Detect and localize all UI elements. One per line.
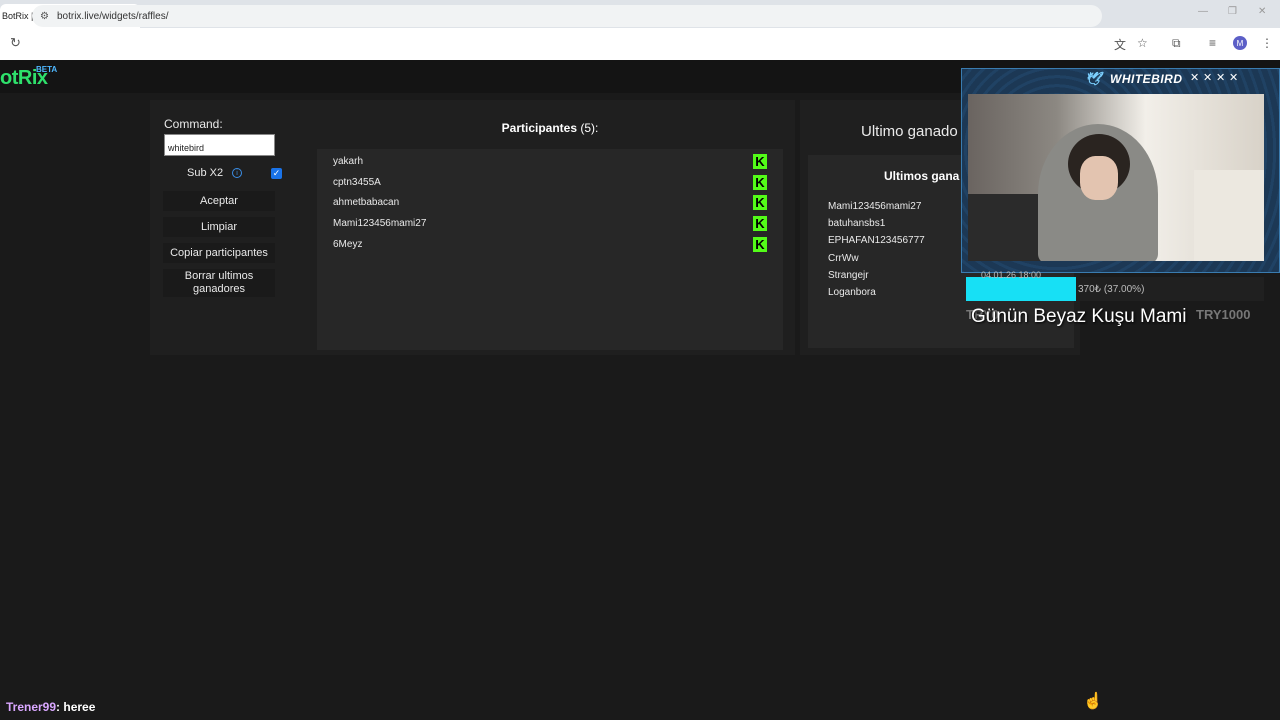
participants-count: (5): — [580, 121, 599, 135]
beta-badge: BETA — [36, 65, 58, 74]
bird-icon: 🕊 — [1085, 71, 1103, 86]
overlay-x-icon: ✕ — [1190, 72, 1200, 84]
reload-icon[interactable]: ↻ — [10, 35, 21, 51]
participant-name: yakarh — [333, 155, 364, 167]
participant-row: yakarh K — [333, 152, 767, 170]
command-label: Command: — [164, 117, 223, 131]
overlay-brand: 🕊 WHITEBIRD — [1085, 71, 1183, 87]
winner-item: batuhansbs1 — [828, 218, 886, 229]
winner-item: EPHAFAN123456777 — [828, 235, 925, 246]
sub-x2-label: Sub X2 — [187, 167, 224, 179]
restore-icon[interactable]: ❐ — [1228, 6, 1237, 17]
participants-title-text: Participantes — [501, 121, 578, 135]
winner-item: Mami123456mami27 — [828, 201, 922, 212]
clear-button[interactable]: Limpiar — [163, 217, 275, 237]
winner-item: CrrWw — [828, 253, 859, 264]
media-controls-icon[interactable]: ≡ — [1209, 36, 1216, 50]
kick-icon: K — [753, 153, 767, 169]
chat-text: : heree — [56, 700, 96, 714]
kick-icon: K — [753, 194, 767, 210]
participants-title: Participantes (5): — [440, 121, 660, 135]
bookmark-star-icon[interactable]: ☆ — [1137, 36, 1148, 50]
overlay-x-icon: ✕ — [1216, 72, 1226, 84]
minimize-icon[interactable]: — — [1198, 6, 1208, 17]
browser-menu-icon[interactable]: ⋮ — [1261, 36, 1273, 50]
info-icon[interactable]: i — [232, 168, 242, 178]
accept-button[interactable]: Aceptar — [163, 191, 275, 211]
participant-row: 6Meyz K — [333, 235, 767, 253]
delete-button-line2: ganadores — [193, 283, 245, 295]
kick-icon: K — [753, 174, 767, 190]
participant-row: ahmetbabacan K — [333, 193, 767, 211]
winner-item: Loganbora — [828, 287, 876, 298]
profile-avatar[interactable]: M — [1233, 36, 1247, 50]
goal-title: Günün Beyaz Kuşu Mami — [971, 306, 1187, 327]
winners-list-title: Ultimos gana — [884, 169, 960, 183]
participant-name: ahmetbabacan — [333, 196, 400, 208]
site-info-icon[interactable]: ⚙ — [40, 11, 49, 22]
webcam-feed — [968, 94, 1264, 261]
overlay-x-icon: ✕ — [1203, 72, 1213, 84]
goal-date: 04.01.26 18:00 — [981, 270, 1042, 280]
overlay-x-icon: ✕ — [1229, 72, 1239, 84]
delete-last-winners-button[interactable]: Borrar ultimos ganadores — [163, 269, 275, 297]
kick-icon: K — [753, 236, 767, 252]
last-winner-label: Ultimo ganado — [861, 123, 958, 140]
chat-username: Trener99 — [6, 700, 57, 714]
winner-item: Strangejr — [828, 270, 869, 281]
participant-name: 6Meyz — [333, 238, 363, 250]
copy-participants-button[interactable]: Copiar participantes — [163, 243, 275, 263]
kick-icon: K — [753, 215, 767, 231]
window-close-icon[interactable]: ✕ — [1258, 6, 1266, 17]
address-bar[interactable]: ⚙ botrix.live/widgets/raffles/ — [32, 5, 1102, 27]
participant-name: cptn3455A — [333, 176, 381, 188]
goal-max-label: TRY1000 — [1196, 307, 1251, 322]
goal-progress-fill — [966, 277, 1076, 301]
sub-x2-checkbox[interactable]: ✓ — [271, 168, 282, 179]
participant-name: Mami123456mami27 — [333, 217, 427, 229]
overlay-brand-text: WHITEBIRD — [1110, 72, 1183, 86]
extensions-icon[interactable]: ⧉ — [1172, 36, 1181, 51]
address-toolbar — [0, 28, 1280, 60]
command-input[interactable] — [164, 134, 275, 156]
translate-icon[interactable]: 文 — [1114, 36, 1126, 53]
participant-row: cptn3455A K — [333, 173, 767, 191]
delete-button-line1: Borrar ultimos — [184, 270, 254, 282]
hand-cursor-icon: ☝ — [1083, 693, 1103, 710]
url-text: botrix.live/widgets/raffles/ — [56, 10, 169, 22]
chat-message: Trener99: heree — [6, 700, 95, 714]
goal-progress-text: 370₺ (37.00%) — [1078, 284, 1145, 295]
participant-row: Mami123456mami27 K — [333, 214, 767, 232]
